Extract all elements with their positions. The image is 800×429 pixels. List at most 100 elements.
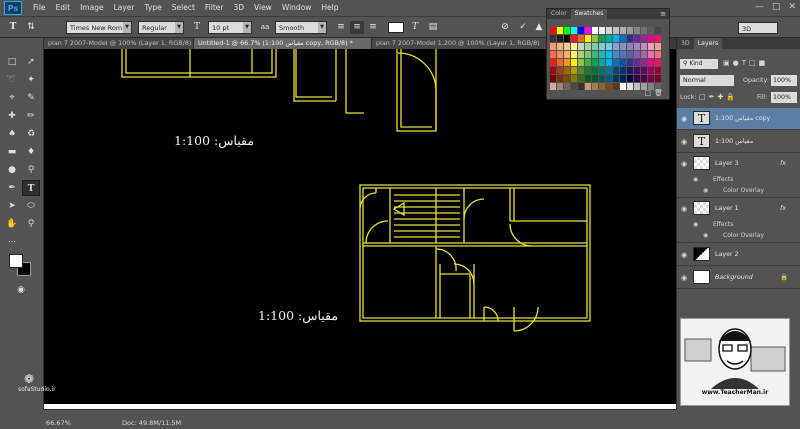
color-swatch[interactable] [634,67,640,74]
color-swatch[interactable] [557,35,563,42]
color-swatch[interactable] [648,51,654,58]
color-swatch[interactable] [557,67,563,74]
layer-row-background[interactable]: ◉ Background 🔒 [677,267,800,289]
color-swatch[interactable] [613,51,619,58]
clone-stamp-tool-icon[interactable]: ♠ [3,126,21,142]
layer-name[interactable]: Background [715,274,753,281]
color-swatch[interactable] [564,67,570,74]
menu-view[interactable]: View [249,0,277,16]
menu-image[interactable]: Image [75,0,109,16]
color-swatch[interactable] [564,27,570,34]
effect-visibility-icon[interactable]: ◉ [703,232,708,239]
fx-icon[interactable]: fx [780,159,786,167]
minimize-icon[interactable]: — [755,2,764,12]
brush-tool-icon[interactable]: ✏ [22,108,40,124]
color-swatch[interactable] [599,75,605,82]
layer-row-scale[interactable]: ◉ T 1:100 مقیاس [677,131,800,153]
visibility-eye-icon[interactable]: ◉ [680,115,688,123]
color-swatch[interactable] [655,43,661,50]
layer-name[interactable]: Layer 3 [715,160,739,167]
panel-menu-icon[interactable]: ≡ [660,9,669,19]
warp-text-icon[interactable]: T [408,21,422,34]
font-size-select[interactable]: 10 pt ▼ [208,21,252,34]
color-swatch[interactable] [550,51,556,58]
color-swatch[interactable] [606,67,612,74]
more-tools-icon[interactable]: ⋯ [3,234,21,250]
color-swatch[interactable] [592,75,598,82]
color-swatch[interactable] [599,43,605,50]
color-swatch[interactable] [648,59,654,66]
path-selection-tool-icon[interactable]: ➤ [3,198,21,214]
color-swatch[interactable] [606,59,612,66]
color-swatch[interactable] [592,67,598,74]
document-canvas[interactable]: مقیاس: 1:100 مقیاس: 1:100 [44,49,676,409]
color-swatch[interactable] [599,51,605,58]
color-swatch[interactable] [634,27,640,34]
color-swatch[interactable] [571,67,577,74]
color-swatch[interactable] [550,43,556,50]
scale-label-bottom[interactable]: مقیاس: 1:100 [258,308,338,323]
color-swatch[interactable] [571,35,577,42]
color-swatch[interactable] [648,75,654,82]
color-swatch[interactable] [627,67,633,74]
color-swatch[interactable] [578,75,584,82]
color-swatch[interactable] [578,43,584,50]
color-swatch[interactable] [648,43,654,50]
color-swatch[interactable] [606,83,612,90]
color-swatch[interactable] [585,75,591,82]
color-swatch[interactable] [585,67,591,74]
effect-name[interactable]: Color Overlay [723,187,764,194]
eyedropper-tool-icon[interactable]: ✎ [22,90,40,106]
menu-file[interactable]: File [28,0,51,16]
color-swatch[interactable] [648,35,654,42]
color-swatch[interactable] [592,59,598,66]
tab-color[interactable]: Color [547,9,571,19]
align-center-icon[interactable]: ≡ [350,21,364,34]
color-swatch[interactable] [655,35,661,42]
type-tool-icon[interactable]: T [22,180,40,196]
color-swatch[interactable] [613,83,619,90]
color-swatch[interactable] [620,75,626,82]
color-swatch[interactable] [620,59,626,66]
effects-visibility-icon[interactable]: ◉ [693,176,698,183]
tab-plan-model[interactable]: plan 7 2007-Model @ 100% (Layer 1, RGB/8… [44,38,194,49]
layer-filter-icons[interactable]: ▣●T□■ [723,59,768,67]
color-swatch[interactable] [655,75,661,82]
color-swatch[interactable] [641,59,647,66]
color-swatch[interactable] [571,75,577,82]
color-swatch[interactable] [627,75,633,82]
toggle-orientation-icon[interactable]: ⇅ [24,21,38,34]
color-swatch[interactable] [634,35,640,42]
quick-mask-icon[interactable]: ◉ [12,282,30,298]
align-right-icon[interactable]: ≡ [366,21,380,34]
move-tool-icon[interactable]: ➚ [22,54,40,70]
color-swatch[interactable] [599,59,605,66]
visibility-eye-icon[interactable]: ◉ [680,160,688,168]
color-swatch[interactable] [620,43,626,50]
pen-tool-icon[interactable]: ✒ [3,180,21,196]
color-swatch[interactable] [606,75,612,82]
3d-text-icon[interactable]: ▲ [532,21,546,34]
menu-edit[interactable]: Edit [51,0,76,16]
color-swatch[interactable] [641,27,647,34]
menu-type[interactable]: Type [140,0,167,16]
document-size[interactable]: Doc: 49.8M/11.5M [122,419,181,427]
history-brush-tool-icon[interactable]: ♻ [22,126,40,142]
menu-help[interactable]: Help [316,0,343,16]
color-swatch[interactable] [620,83,626,90]
color-swatch[interactable] [564,35,570,42]
color-swatch[interactable] [550,75,556,82]
new-swatch-icon[interactable]: □ [644,89,651,97]
color-swatch[interactable] [620,51,626,58]
color-swatch[interactable] [634,51,640,58]
color-swatch[interactable] [627,59,633,66]
tab-layers[interactable]: Layers [693,38,723,49]
font-style-select[interactable]: Regular ▼ [138,21,184,34]
color-swatch[interactable] [578,35,584,42]
effects-visibility-icon[interactable]: ◉ [693,221,698,228]
color-swatch[interactable] [634,59,640,66]
color-swatch[interactable] [585,43,591,50]
delete-swatch-icon[interactable]: 🗑 [654,89,663,97]
restore-icon[interactable]: □ [772,2,781,12]
lock-icons[interactable]: □✒✚🔒 [699,93,738,101]
